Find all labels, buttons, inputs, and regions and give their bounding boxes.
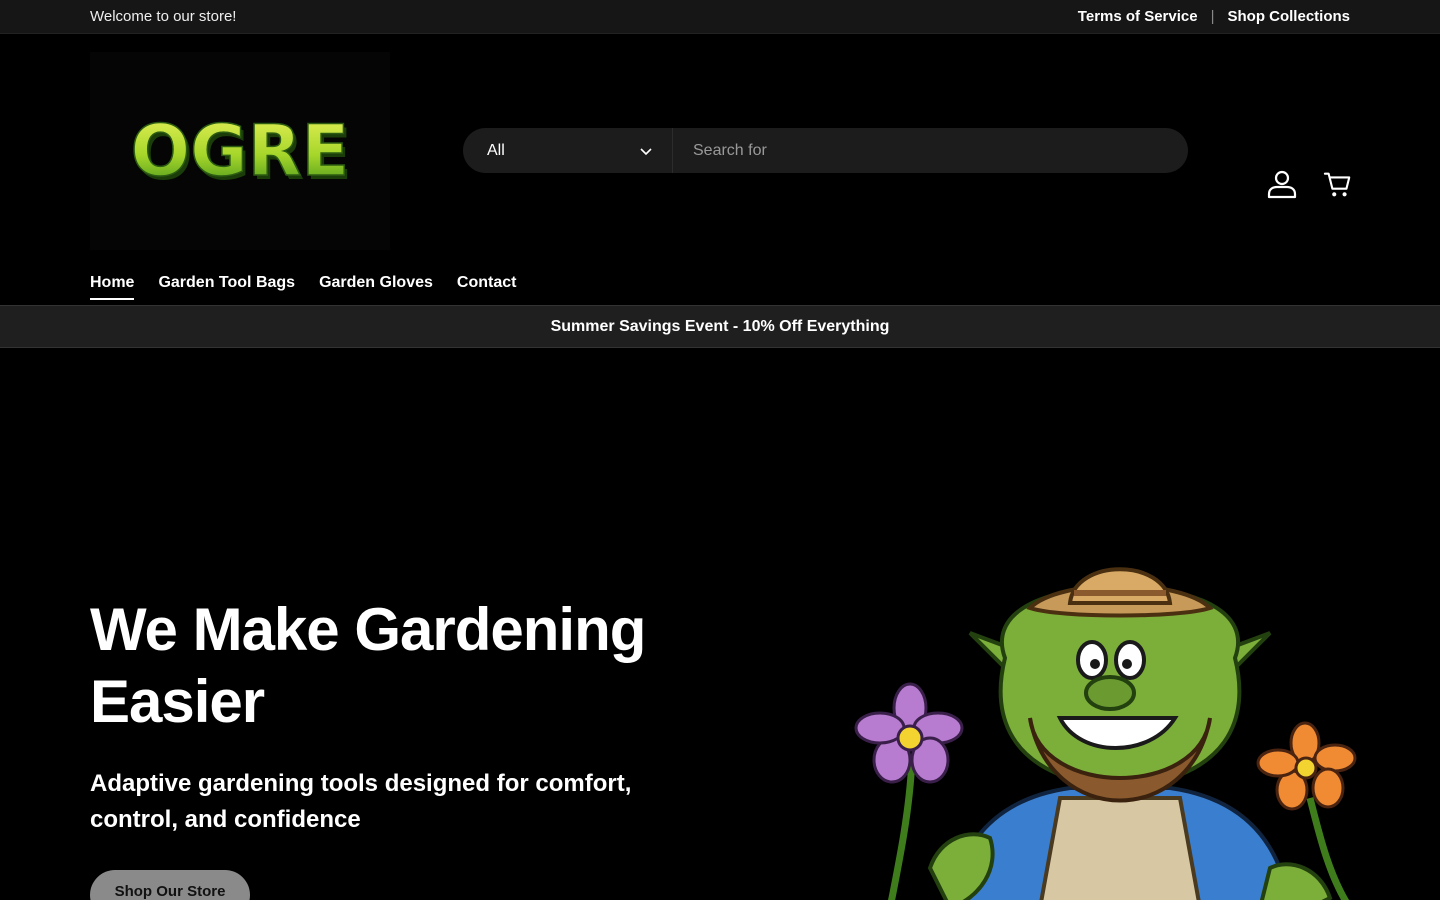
search-bar: All: [463, 128, 1188, 173]
ogre-body: [927, 786, 1333, 900]
search-category-value: All: [487, 141, 505, 159]
account-button[interactable]: [1264, 166, 1300, 202]
shop-our-store-button[interactable]: Shop Our Store: [90, 870, 250, 900]
ogre-head: [968, 585, 1272, 803]
ogre-gardener-illustration: [854, 567, 1357, 900]
search-category-select[interactable]: All: [463, 128, 673, 173]
promo-text: Summer Savings Event - 10% Off Everythin…: [550, 317, 890, 335]
logo-text: OGRE: [131, 111, 350, 191]
main-navigation: Home Garden Tool Bags Garden Gloves Cont…: [0, 266, 1440, 306]
nav-item-garden-tool-bags[interactable]: Garden Tool Bags: [158, 274, 295, 300]
chevron-down-icon: [640, 147, 652, 155]
account-icon: [1267, 170, 1297, 199]
link-separator: |: [1210, 8, 1215, 25]
announcement-bar: Welcome to our store! Terms of Service |…: [0, 0, 1440, 34]
announcement-links: Terms of Service | Shop Collections: [1078, 8, 1350, 25]
store-logo[interactable]: OGRE OGRE: [90, 52, 390, 250]
shop-collections-link[interactable]: Shop Collections: [1227, 8, 1350, 25]
search-input[interactable]: [673, 128, 1188, 173]
nav-item-home[interactable]: Home: [90, 274, 135, 300]
site-header: OGRE OGRE All: [0, 34, 1440, 266]
hero-title: We Make Gardening Easier: [90, 596, 646, 735]
ogre-logo-image: OGRE OGRE: [130, 111, 350, 191]
straw-hat: [1026, 567, 1214, 618]
terms-of-service-link[interactable]: Terms of Service: [1078, 8, 1198, 25]
promo-banner: Summer Savings Event - 10% Off Everythin…: [0, 306, 1440, 348]
nav-item-garden-gloves[interactable]: Garden Gloves: [319, 274, 433, 300]
welcome-text: Welcome to our store!: [90, 8, 237, 25]
hero-section: We Make Gardening Easier Adaptive garden…: [0, 348, 1440, 900]
cart-button[interactable]: [1320, 166, 1356, 202]
nav-item-contact[interactable]: Contact: [457, 274, 517, 300]
cart-icon: [1323, 172, 1351, 197]
hero-subtitle: Adaptive gardening tools designed for co…: [90, 770, 632, 833]
